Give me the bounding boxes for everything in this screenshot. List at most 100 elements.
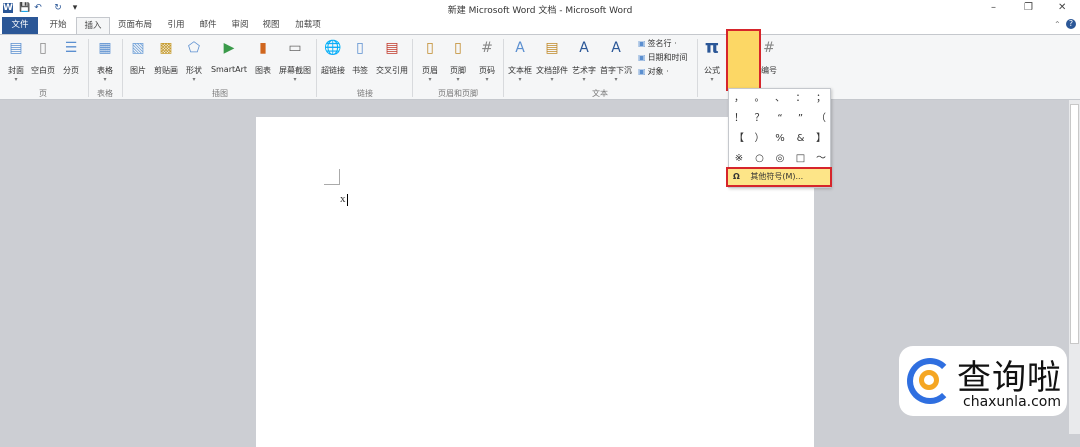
symbol-cell[interactable]: ～ xyxy=(811,149,831,169)
header-icon: ▯ xyxy=(426,40,434,56)
symbol-cell[interactable]: □ xyxy=(791,149,811,169)
ribbon-button-0[interactable]: ▤ 封面 ▾ xyxy=(1,37,31,89)
tab-6[interactable]: 审阅 xyxy=(224,17,256,34)
ribbon-button-17[interactable]: ▤ 文档部件 ▾ xyxy=(536,37,568,89)
ribbon-button-4[interactable]: ▧ 图片 xyxy=(123,37,153,89)
ribbon-button-2[interactable]: ☰ 分页 xyxy=(56,37,86,89)
symbol-cell[interactable]: ， xyxy=(729,89,749,109)
ribbon-button-3[interactable]: ▦ 表格 ▾ xyxy=(90,37,120,89)
symbol-cell[interactable]: ！ xyxy=(729,109,749,129)
symbol-cell[interactable]: ○ xyxy=(750,149,770,169)
symbol-cell[interactable]: 【 xyxy=(729,129,749,149)
ribbon-button-6[interactable]: ⬠ 形状 ▾ xyxy=(179,37,209,89)
symbol-cell[interactable]: 。 xyxy=(750,89,770,109)
ribbon-button-18[interactable]: A 艺术字 ▾ xyxy=(569,37,599,89)
restore-button[interactable]: ❐ xyxy=(1024,2,1033,13)
watermark-url: chaxunla.com xyxy=(963,394,1061,410)
symbol-cell[interactable]: （ xyxy=(811,109,831,129)
ribbon-button-8[interactable]: ▮ 图表 xyxy=(248,37,278,89)
symbol-cell[interactable]: ※ xyxy=(729,149,749,169)
more-symbols-button[interactable]: Ω 其他符号(M)... xyxy=(726,167,832,187)
symbol-cell[interactable]: ◎ xyxy=(770,149,790,169)
ribbon-button-9[interactable]: ▭ 屏幕截图 ▾ xyxy=(279,37,311,89)
ribbon-button-10[interactable]: 🌐 超链接 xyxy=(318,37,348,89)
ribbon-small-button-2[interactable]: ▣ 对象 · xyxy=(638,66,669,77)
tab-2[interactable]: 插入 xyxy=(76,17,110,34)
tab-4[interactable]: 引用 xyxy=(160,17,192,34)
group-divider xyxy=(503,39,504,97)
minimize-button[interactable]: – xyxy=(991,2,996,13)
screenshot-icon: ▭ xyxy=(288,40,302,56)
tab-3[interactable]: 页面布局 xyxy=(110,17,160,34)
symbol-cell[interactable]: % xyxy=(770,129,790,149)
symbol-cell[interactable]: ？ xyxy=(750,109,770,129)
document-text[interactable]: x xyxy=(340,193,346,205)
close-button[interactable]: ✕ xyxy=(1058,2,1066,13)
ribbon-collapse-icon[interactable]: ⌃ xyxy=(1054,20,1061,29)
ribbon-button-16[interactable]: A 文本框 ▾ xyxy=(505,37,535,89)
ribbon-button-1[interactable]: ▯ 空白页 xyxy=(28,37,58,89)
symbol-cell[interactable]: 、 xyxy=(770,89,790,109)
ribbon-small-button-0[interactable]: ▣ 签名行 · xyxy=(638,38,677,49)
ribbon-button-7[interactable]: ▶ SmartArt xyxy=(211,37,247,89)
tab-8[interactable]: 加载项 xyxy=(286,17,330,34)
symbol-cell[interactable]: ” xyxy=(791,109,811,129)
chevron-down-icon: ▾ xyxy=(103,76,107,83)
date-time-icon: ▣ xyxy=(638,53,646,62)
shapes-icon: ⬠ xyxy=(187,40,201,56)
symbol-cell[interactable]: ） xyxy=(750,129,770,149)
symbol-cell[interactable]: 】 xyxy=(811,129,831,149)
omega-icon: Ω xyxy=(733,172,740,181)
magnifier-icon xyxy=(919,370,939,390)
chevron-down-icon: ▾ xyxy=(485,76,489,83)
chevron-down-icon: ▾ xyxy=(550,76,554,83)
symbol-cell[interactable]: “ xyxy=(770,109,790,129)
scrollbar-thumb[interactable] xyxy=(1070,104,1079,344)
chevron-down-icon: ▾ xyxy=(456,76,460,83)
ribbon-button-11[interactable]: ▯ 书签 xyxy=(345,37,375,89)
ribbon-small-button-1[interactable]: ▣ 日期和时间 xyxy=(638,52,688,63)
tab-1[interactable]: 开始 xyxy=(40,17,76,34)
text-cursor xyxy=(347,194,348,206)
ribbon-group-label: 插图 xyxy=(212,89,228,98)
page-number-icon: # xyxy=(481,40,493,56)
ribbon-group-label: 文本 xyxy=(592,89,608,98)
ribbon: ▤ 封面 ▾ ▯ 空白页 ☰ 分页 ▦ 表格 ▾ ▧ 图片 ▩ 剪贴画 ⬠ 形状 ▾ ▶ SmartArt ▮ 图表 ▭ 屏… xyxy=(0,34,1080,100)
ribbon-button-15[interactable]: # 页码 ▾ xyxy=(472,37,502,89)
title-bar: W 💾 ↶ ↻ ▾ 新建 Microsoft Word 文档 - Microso… xyxy=(0,0,1080,17)
ribbon-button-19[interactable]: A 首字下沉 ▾ xyxy=(600,37,632,89)
group-divider xyxy=(88,39,89,97)
symbol-button-highlight xyxy=(726,29,761,91)
hyperlink-icon: 🌐 xyxy=(324,40,342,56)
chevron-down-icon: ▾ xyxy=(192,76,196,83)
ribbon-tabs: ⌃ ? 文件 开始 插入 页面布局 引用 邮件 审阅 视图 加载项 xyxy=(0,17,1080,34)
symbol-cell[interactable]: & xyxy=(791,129,811,149)
ribbon-small-button-label: 签名行 · xyxy=(647,39,677,48)
ribbon-group-label: 表格 xyxy=(97,89,113,98)
ribbon-button-20[interactable]: π 公式 ▾ xyxy=(697,37,727,89)
ribbon-button-13[interactable]: ▯ 页眉 ▾ xyxy=(415,37,445,89)
more-symbols-label: 其他符号(M)... xyxy=(750,172,804,181)
tab-0[interactable]: 文件 xyxy=(2,17,38,34)
group-divider xyxy=(697,39,698,97)
symbol-cell[interactable]: ： xyxy=(791,89,811,109)
table-icon: ▦ xyxy=(98,40,112,56)
tab-5[interactable]: 邮件 xyxy=(192,17,224,34)
cover-page-icon: ▤ xyxy=(9,40,23,56)
page-break-icon: ☰ xyxy=(64,40,78,56)
object-icon: ▣ xyxy=(638,67,646,76)
ribbon-button-14[interactable]: ▯ 页脚 ▾ xyxy=(443,37,473,89)
chart-icon: ▮ xyxy=(259,40,267,56)
chevron-down-icon: ▾ xyxy=(293,76,297,83)
ribbon-button-12[interactable]: ▤ 交叉引用 xyxy=(376,37,408,89)
help-icon[interactable]: ? xyxy=(1066,19,1076,29)
group-divider xyxy=(316,39,317,97)
picture-icon: ▧ xyxy=(131,40,145,56)
symbol-cell[interactable]: ； xyxy=(811,89,831,109)
ribbon-small-button-label: 对象 · xyxy=(647,67,669,76)
quick-parts-icon: ▤ xyxy=(545,40,559,56)
cross-reference-icon: ▤ xyxy=(385,40,399,56)
ribbon-button-5[interactable]: ▩ 剪贴画 xyxy=(151,37,181,89)
tab-7[interactable]: 视图 xyxy=(256,17,286,34)
wordart-icon: A xyxy=(579,40,589,56)
